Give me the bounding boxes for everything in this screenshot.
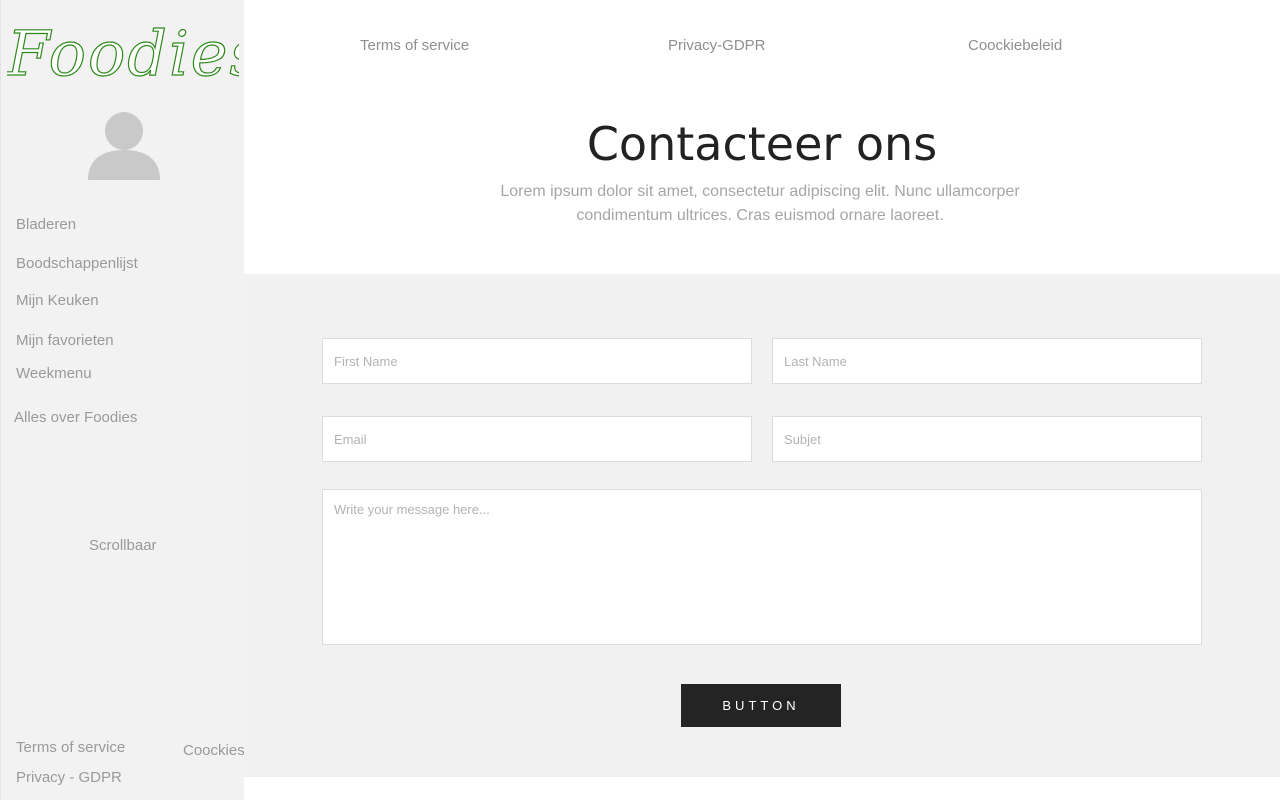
last-name-input[interactable] xyxy=(772,338,1202,384)
user-avatar-icon[interactable] xyxy=(87,112,161,182)
sidebar-item-alles-over-foodies[interactable]: Alles over Foodies xyxy=(14,409,137,426)
contact-form: BUTTON xyxy=(244,274,1280,777)
sidebar: Foodies Bladeren Boodschappenlijst Mijn … xyxy=(0,0,245,800)
sidebar-item-weekmenu[interactable]: Weekmenu xyxy=(16,365,92,382)
email-input[interactable] xyxy=(322,416,752,462)
submit-button[interactable]: BUTTON xyxy=(681,684,841,727)
sidebar-terms-link[interactable]: Terms of service xyxy=(16,739,125,756)
sidebar-item-mijn-favorieten[interactable]: Mijn favorieten xyxy=(16,332,114,349)
scroll-hint-label: Scrollbaar xyxy=(89,537,157,554)
top-terms-link[interactable]: Terms of service xyxy=(360,37,469,54)
first-name-input[interactable] xyxy=(322,338,752,384)
sidebar-item-bladeren[interactable]: Bladeren xyxy=(16,216,76,233)
sidebar-item-mijn-keuken[interactable]: Mijn Keuken xyxy=(16,292,99,309)
top-cookie-policy-link[interactable]: Coockiebeleid xyxy=(968,37,1062,54)
message-textarea[interactable] xyxy=(322,489,1202,645)
sidebar-item-boodschappenlijst[interactable]: Boodschappenlijst xyxy=(16,255,138,272)
foodies-logo[interactable]: Foodies xyxy=(7,18,239,90)
subject-input[interactable] xyxy=(772,416,1202,462)
sidebar-cookies-link[interactable]: Coockies xyxy=(183,742,245,759)
page-subtitle: Lorem ipsum dolor sit amet, consectetur … xyxy=(500,183,1020,224)
page-title: Contacteer ons xyxy=(586,117,938,171)
top-privacy-link[interactable]: Privacy-GDPR xyxy=(668,37,766,54)
sidebar-privacy-link[interactable]: Privacy - GDPR xyxy=(16,769,122,786)
